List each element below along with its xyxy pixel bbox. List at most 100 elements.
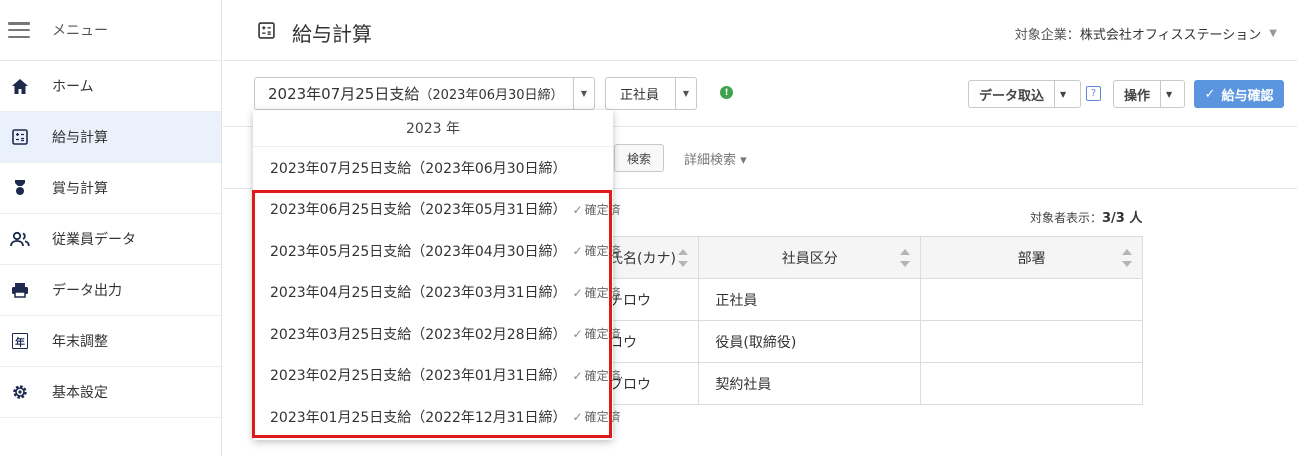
operation-button[interactable]: 操作 ▼ xyxy=(1113,80,1185,108)
company-label: 対象企業： xyxy=(1014,28,1080,43)
sidebar-item-label: 基本設定 xyxy=(52,385,108,401)
status-badge: ✓ 確定済 xyxy=(573,325,621,342)
calculator-icon xyxy=(10,127,30,147)
sidebar-item-bonus[interactable]: 賞与計算 xyxy=(0,163,221,214)
sidebar-item-home[interactable]: ホーム xyxy=(0,61,221,112)
status-badge: ✓ 確定済 xyxy=(573,201,621,218)
option-label: 2023年04月25日支給（2023年03月31日締） xyxy=(270,285,567,302)
sidebar-item-data-export[interactable]: データ出力 xyxy=(0,265,221,316)
dropdown-option[interactable]: 2023年01月25日支給（2022年12月31日締） ✓ 確定済 xyxy=(253,396,621,438)
chevron-down-icon[interactable]: ▼ xyxy=(573,78,594,109)
dropdown-year-header: 2023 年 xyxy=(253,110,613,147)
detail-search-link[interactable]: 詳細検索 ▾ xyxy=(684,149,747,168)
status-label: 確定済 xyxy=(584,410,621,425)
home-icon xyxy=(10,76,30,96)
sidebar-item-year-end[interactable]: 年 年末調整 xyxy=(0,316,221,367)
check-icon: ✓ xyxy=(572,327,583,342)
year-icon: 年 xyxy=(10,331,30,351)
cell-department xyxy=(920,278,1143,321)
sidebar-header[interactable]: メニュー xyxy=(0,0,221,61)
sidebar-item-employees[interactable]: 従業員データ xyxy=(0,214,221,265)
status-label: 確定済 xyxy=(584,327,621,342)
year-glyph: 年 xyxy=(12,333,28,349)
option-label: 2023年06月25日支給（2023年05月31日締） xyxy=(270,202,567,219)
column-header-label: 社員区分 xyxy=(781,250,838,267)
menu-label: メニュー xyxy=(52,23,108,39)
check-icon: ✓ xyxy=(572,202,583,217)
alert-icon[interactable]: ! xyxy=(720,86,733,99)
employment-type-value: 正社員 xyxy=(620,88,660,103)
data-import-label[interactable]: データ取込 xyxy=(969,81,1054,107)
status-label: 確定済 xyxy=(584,368,621,383)
sidebar-item-label: 賞与計算 xyxy=(52,181,108,197)
sort-icon[interactable] xyxy=(678,249,689,267)
sort-icon[interactable] xyxy=(1122,249,1132,267)
status-badge: ✓ 確定済 xyxy=(573,284,621,301)
dropdown-option[interactable]: 2023年02月25日支給（2023年01月31日締） ✓ 確定済 xyxy=(253,355,621,397)
column-header-employee-type[interactable]: 社員区分 xyxy=(698,236,922,279)
check-icon: ✓ xyxy=(572,410,583,425)
status-label: 確定済 xyxy=(584,202,621,217)
target-count: 対象者表示：3/3 人 xyxy=(1030,207,1142,226)
data-import-button[interactable]: データ取込 ▼ xyxy=(968,80,1081,108)
search-button[interactable]: 検索 xyxy=(614,144,664,172)
hamburger-menu-icon[interactable] xyxy=(8,22,30,38)
sidebar-item-label: データ出力 xyxy=(52,283,122,299)
employment-type-select[interactable]: 正社員 ▼ xyxy=(605,77,697,110)
company-selector[interactable]: 対象企業： 株式会社オフィスステーション ▼ xyxy=(1015,24,1277,43)
sidebar-item-label: ホーム xyxy=(52,79,94,95)
dropdown-option[interactable]: 2023年06月25日支給（2023年05月31日締） ✓ 確定済 xyxy=(253,189,621,231)
sidebar: メニュー ホーム 給与計算 賞与計算 従業員データ データ出力 年 年末調整 基… xyxy=(0,0,222,456)
company-name: 株式会社オフィスステーション xyxy=(1079,28,1262,43)
pay-period-main: 2023年07月25日支給 xyxy=(268,85,420,103)
option-label: 2023年01月25日支給（2022年12月31日締） xyxy=(270,409,567,426)
users-icon xyxy=(10,229,30,249)
dropdown-option[interactable]: 2023年04月25日支給（2023年03月31日締） ✓ 確定済 xyxy=(253,272,621,314)
sidebar-item-label: 給与計算 xyxy=(52,130,108,146)
sidebar-item-payroll[interactable]: 給与計算 xyxy=(0,112,221,163)
cell-employee-type: 契約社員 xyxy=(698,362,922,405)
help-icon[interactable]: ? xyxy=(1086,86,1101,101)
sidebar-item-label: 従業員データ xyxy=(52,232,136,248)
target-count-value: 3/3 人 xyxy=(1102,211,1143,226)
pay-period-select[interactable]: 2023年07月25日支給（2023年06月30日締） ▼ xyxy=(254,77,595,110)
dropdown-option[interactable]: 2023年03月25日支給（2023年02月28日締） ✓ 確定済 xyxy=(253,313,621,355)
pay-period-value: 2023年07月25日支給（2023年06月30日締） xyxy=(255,83,573,104)
operation-label[interactable]: 操作 xyxy=(1114,81,1160,107)
chevron-down-icon: ▼ xyxy=(1269,28,1277,39)
option-label: 2023年03月25日支給（2023年02月28日締） xyxy=(270,326,567,343)
status-label: 確定済 xyxy=(584,244,621,259)
cell-employee-type: 役員(取締役) xyxy=(698,320,922,363)
chevron-down-icon[interactable]: ▼ xyxy=(675,78,696,109)
status-badge: ✓ 確定済 xyxy=(573,242,621,259)
status-badge: ✓ 確定済 xyxy=(573,408,621,425)
page-header: 給与計算 対象企業： 株式会社オフィスステーション ▼ xyxy=(223,0,1297,61)
gear-icon xyxy=(10,382,30,402)
target-count-label: 対象者表示： xyxy=(1030,211,1103,225)
cell-department xyxy=(920,362,1143,405)
app: メニュー ホーム 給与計算 賞与計算 従業員データ データ出力 年 年末調整 基… xyxy=(0,0,1297,456)
check-icon: ✓ xyxy=(572,244,583,259)
sort-icon[interactable] xyxy=(900,249,911,267)
status-label: 確定済 xyxy=(584,285,621,300)
printer-icon xyxy=(10,280,30,300)
column-header-department[interactable]: 部署 xyxy=(920,236,1143,279)
payroll-confirm-label: 給与確認 xyxy=(1221,88,1274,104)
dropdown-option[interactable]: 2023年07月25日支給（2023年06月30日締） xyxy=(253,147,613,189)
check-icon: ✓ xyxy=(572,368,583,383)
column-header-label: 部署 xyxy=(1017,250,1046,267)
medal-icon xyxy=(10,178,30,198)
cell-department xyxy=(920,320,1143,363)
chevron-down-icon[interactable]: ▼ xyxy=(1160,81,1177,107)
chevron-down-icon[interactable]: ▼ xyxy=(1054,81,1071,107)
payroll-confirm-button[interactable]: ✓ 給与確認 xyxy=(1194,80,1284,108)
check-icon: ✓ xyxy=(1204,86,1216,102)
cell-employee-type: 正社員 xyxy=(698,278,922,321)
pay-period-sub: （2023年06月30日締） xyxy=(419,88,564,103)
sidebar-item-settings[interactable]: 基本設定 xyxy=(0,367,221,418)
pay-period-dropdown: 2023 年 2023年07月25日支給（2023年06月30日締） 2023年… xyxy=(253,110,621,440)
dropdown-option[interactable]: 2023年05月25日支給（2023年04月30日締） ✓ 確定済 xyxy=(253,230,621,272)
check-icon: ✓ xyxy=(572,285,583,300)
option-label: 2023年07月25日支給（2023年06月30日締） xyxy=(270,160,567,177)
calculator-icon xyxy=(258,22,275,39)
